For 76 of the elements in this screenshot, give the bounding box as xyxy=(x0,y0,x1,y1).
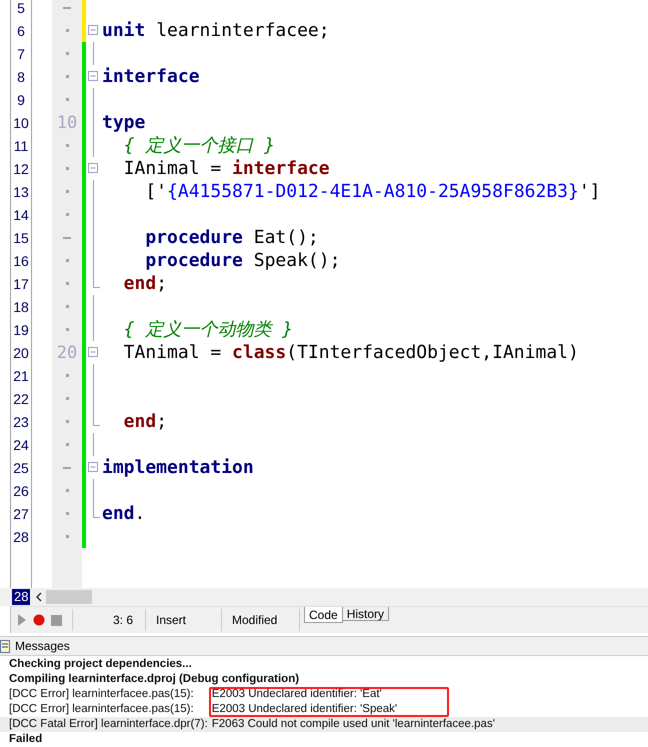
fold-guide-line xyxy=(93,433,94,456)
fold-guide-line xyxy=(93,42,94,65)
message-text[interactable]: E2003 Undeclared identifier: 'Eat' xyxy=(208,687,648,702)
code-line: type xyxy=(102,112,146,133)
code-line: unit learninterfacee; xyxy=(102,20,330,41)
record-icon[interactable] xyxy=(33,614,45,626)
message-line[interactable]: Checking project dependencies... xyxy=(0,657,648,672)
line-number: 5 xyxy=(17,0,25,16)
line-number: 8 xyxy=(17,68,25,84)
code-line: procedure Speak(); xyxy=(144,250,340,271)
message-line[interactable]: Compiling learninterface.dproj (Debug configuration) xyxy=(0,672,648,687)
current-line-number: 28 xyxy=(12,589,30,605)
line-number: 11 xyxy=(14,138,28,154)
message-source: [DCC Error] learninterfacee.pas(15): xyxy=(8,702,195,717)
scroll-left-icon[interactable] xyxy=(36,592,42,602)
code-line: { 定义一个接口 } xyxy=(122,135,276,156)
fold-toggle-icon[interactable] xyxy=(88,71,98,81)
panel-title: Messages xyxy=(15,639,70,653)
line-number: 21 xyxy=(13,368,29,384)
line-number: 22 xyxy=(13,390,29,406)
play-icon[interactable] xyxy=(17,613,27,627)
line-number: 24 xyxy=(13,436,29,452)
code-line: ['{A4155871-D012-4E1A-A810-25A958F862B3}'] xyxy=(144,181,601,202)
code-line: IAnimal = interface xyxy=(122,158,330,179)
line-number: 26 xyxy=(13,482,29,498)
fold-toggle-icon[interactable] xyxy=(88,163,98,173)
line-number: 17 xyxy=(13,276,29,292)
code-line: procedure Eat(); xyxy=(144,227,319,248)
line-number: 12 xyxy=(13,160,29,176)
code-line: interface xyxy=(102,66,200,87)
line-number: 10 xyxy=(13,114,29,130)
line-number: 19 xyxy=(13,322,29,338)
fold-toggle-icon[interactable] xyxy=(88,347,98,357)
code-line: TAnimal = class(TInterfacedObject,IAnimal) xyxy=(122,342,579,363)
line-dash xyxy=(63,236,71,238)
editor-tab[interactable]: Code xyxy=(304,607,343,623)
fold-end-line xyxy=(93,502,100,518)
line-number: 25 xyxy=(13,460,29,476)
line-number: 27 xyxy=(13,506,29,522)
fold-end-line xyxy=(93,272,100,288)
message-line[interactable]: Failed xyxy=(0,732,648,747)
code-line: implementation xyxy=(102,457,254,478)
line-number: 23 xyxy=(13,414,29,430)
editor-tab[interactable]: History xyxy=(342,607,390,621)
message-source: [DCC Error] learninterfacee.pas(15): xyxy=(8,687,195,702)
fold-guide-line xyxy=(93,479,94,502)
line-marker: 10 xyxy=(56,112,78,132)
messages-icon xyxy=(0,640,10,652)
modified-status: Modified xyxy=(231,613,278,627)
cursor-position: 3: 6 xyxy=(112,613,134,627)
line-marker: 20 xyxy=(56,342,78,362)
code-line: end; xyxy=(122,411,168,432)
line-number: 18 xyxy=(13,298,29,314)
edit-mode: Insert xyxy=(155,613,188,627)
message-text[interactable]: E2003 Undeclared identifier: 'Speak' xyxy=(208,702,648,717)
line-number: 13 xyxy=(13,184,29,200)
scrollbar-thumb[interactable] xyxy=(46,590,92,604)
code-line: { 定义一个动物类 } xyxy=(122,319,294,340)
line-number: 7 xyxy=(17,46,25,62)
fold-end-line xyxy=(93,410,100,426)
line-number: 6 xyxy=(17,22,25,38)
stop-icon[interactable] xyxy=(51,614,62,626)
line-number: 28 xyxy=(13,528,29,544)
fold-toggle-icon[interactable] xyxy=(88,25,98,35)
code-line: end; xyxy=(122,273,168,294)
line-number: 14 xyxy=(13,206,29,222)
line-dash xyxy=(63,6,71,8)
line-number: 16 xyxy=(13,252,29,268)
message-text[interactable]: F2063 Could not compile used unit 'learninterfacee.pas' xyxy=(208,717,648,732)
line-number: 15 xyxy=(13,230,29,246)
line-number: 20 xyxy=(13,344,29,360)
message-source: [DCC Fatal Error] learninterface.dpr(7): xyxy=(0,717,208,732)
code-line: end. xyxy=(102,503,146,524)
fold-toggle-icon[interactable] xyxy=(88,462,98,472)
line-number: 9 xyxy=(17,92,25,108)
line-dash xyxy=(63,466,71,468)
